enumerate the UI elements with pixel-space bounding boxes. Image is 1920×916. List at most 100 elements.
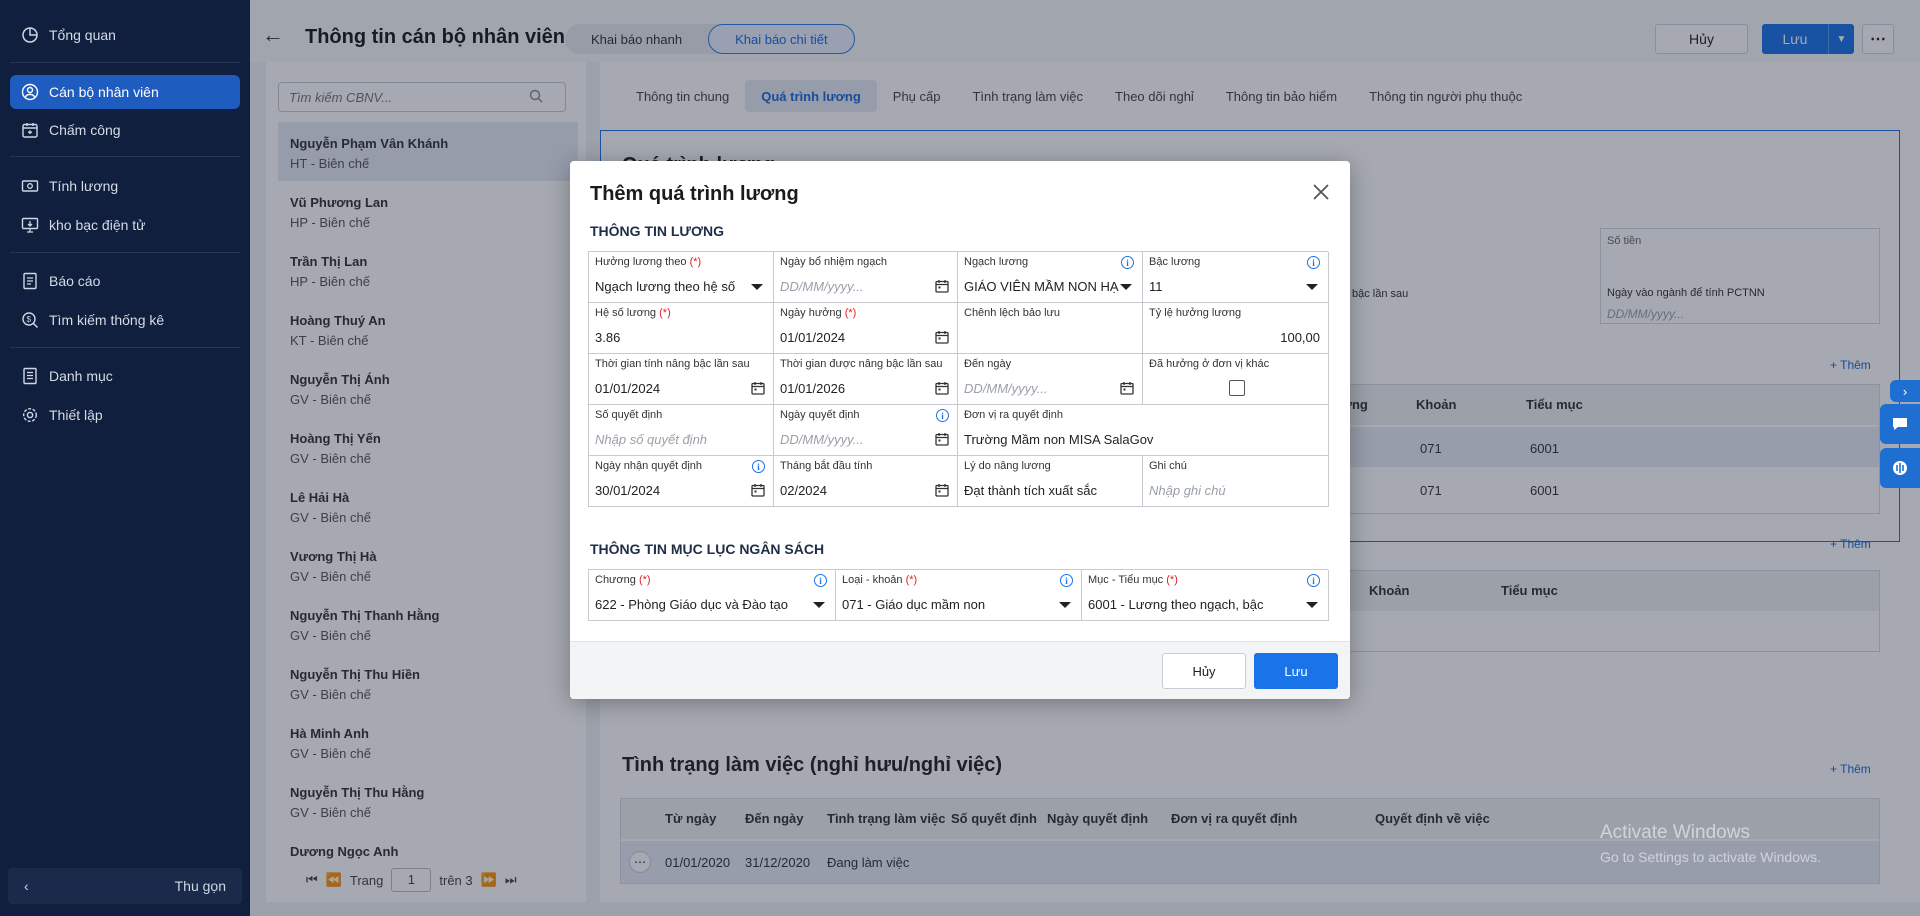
required-marker: (*) xyxy=(689,256,702,268)
field-label: Đã hưởng ở đơn vị khác xyxy=(1149,358,1269,370)
checkbox[interactable] xyxy=(1229,380,1245,396)
field-den-ngay[interactable]: Đến ngày DD/MM/yyyy... xyxy=(958,354,1143,405)
field-tg-tinh-nang-bac[interactable]: Thời gian tính nâng bậc lần sau 01/01/202… xyxy=(589,354,774,405)
budget-info-grid: Chương (*) i 622 - Phòng Giáo dục và Đào t… xyxy=(588,569,1329,621)
field-label-text: Mục - Tiểu mục xyxy=(1088,574,1164,586)
watermark-line1: Activate Windows xyxy=(1600,822,1750,843)
modal-save-button[interactable]: Lưu xyxy=(1254,653,1338,689)
info-icon[interactable]: i xyxy=(1307,574,1320,587)
field-label: Tháng bắt đầu tính xyxy=(780,460,872,472)
field-value: 30/01/2024 xyxy=(595,483,661,498)
close-icon[interactable] xyxy=(1308,179,1334,205)
field-huong-luong-theo[interactable]: Hưởng lương theo (*) Ngạch lương theo hệ … xyxy=(589,252,774,303)
calendar-icon[interactable] xyxy=(935,483,949,497)
field-don-vi-qd[interactable]: Đơn vị ra quyết định Trường Mầm non MISA … xyxy=(958,405,1329,456)
field-label-text: Thời gian được nâng bậc lần sau xyxy=(780,358,943,370)
calendar-icon[interactable] xyxy=(935,330,949,344)
field-label-text: Đơn vị ra quyết định xyxy=(964,409,1063,421)
chevron-down-icon[interactable] xyxy=(1059,602,1071,608)
field-value: 01/01/2024 xyxy=(780,330,846,345)
field-ngay-huong[interactable]: Ngày hưởng (*) 01/01/2024 xyxy=(774,303,958,354)
sidebar-item-can-bo-nhan-vien[interactable]: Cán bộ nhân viên xyxy=(10,75,240,109)
chevron-down-icon[interactable] xyxy=(1306,602,1318,608)
money-icon xyxy=(20,176,40,196)
field-chuong[interactable]: Chương (*) i 622 - Phòng Giáo dục và Đào t… xyxy=(589,570,836,621)
chevron-down-icon[interactable] xyxy=(1120,284,1132,290)
sidebar-item-cham-cong[interactable]: Chấm công xyxy=(10,113,240,147)
field-label: Chênh lệch bảo lưu xyxy=(964,307,1060,319)
sidebar-item-label: Tính lương xyxy=(49,178,119,194)
gear-icon xyxy=(20,405,40,425)
field-ngay-quyet-dinh[interactable]: Ngày quyết định i DD/MM/yyyy... xyxy=(774,405,958,456)
field-placeholder: DD/MM/yyyy... xyxy=(780,432,864,447)
required-marker: (*) xyxy=(844,307,857,319)
info-icon[interactable]: i xyxy=(1121,256,1134,269)
calendar-icon[interactable] xyxy=(935,279,949,293)
sidebar-item-label: Chấm công xyxy=(49,122,121,138)
field-so-quyet-dinh[interactable]: Số quyết định Nhập số quyết định xyxy=(589,405,774,456)
field-chenh-lech[interactable]: Chênh lệch bảo lưu xyxy=(958,303,1143,354)
field-ty-le-huong[interactable]: Tỷ lệ hưởng lương 100,00 xyxy=(1143,303,1329,354)
field-ngach-luong[interactable]: Ngạch lương i GIÁO VIÊN MẦM NON HẠ xyxy=(958,252,1143,303)
field-label: Hệ số lương (*) xyxy=(595,307,671,319)
calendar-icon[interactable] xyxy=(935,381,949,395)
field-bac-luong[interactable]: Bậc lương i 11 xyxy=(1143,252,1329,303)
field-ngay-nhan-qd[interactable]: Ngày nhận quyết định i 30/01/2024 xyxy=(589,456,774,507)
info-icon[interactable]: i xyxy=(814,574,827,587)
field-ngay-bo-nhiem[interactable]: Ngày bổ nhiệm ngạch DD/MM/yyyy... xyxy=(774,252,958,303)
field-label: Thời gian tính nâng bậc lần sau xyxy=(595,358,750,370)
field-ghi-chu[interactable]: Ghi chú Nhập ghi chú xyxy=(1143,456,1329,507)
chevron-right-icon[interactable]: › xyxy=(1890,380,1920,402)
field-label-text: Hưởng lương theo xyxy=(595,256,687,268)
field-label: Ngạch lương xyxy=(964,256,1028,268)
sidebar-item-tinh-luong[interactable]: Tính lương xyxy=(10,169,240,203)
field-da-huong-khac[interactable]: Đã hưởng ở đơn vị khác xyxy=(1143,354,1329,405)
info-icon[interactable]: i xyxy=(1060,574,1073,587)
field-label: Tỷ lệ hưởng lương xyxy=(1149,307,1241,319)
sidebar-item-tong-quan[interactable]: Tổng quan xyxy=(10,18,240,52)
field-label: Bậc lương xyxy=(1149,256,1200,268)
field-loai-khoan[interactable]: Loại - khoản (*) i 071 - Giáo dục mầm non xyxy=(836,570,1082,621)
sidebar-item-thiet-lap[interactable]: Thiết lập xyxy=(10,398,240,432)
info-icon[interactable]: i xyxy=(752,460,765,473)
chevron-down-icon[interactable] xyxy=(1306,284,1318,290)
calendar-icon[interactable] xyxy=(935,432,949,446)
field-value: 01/01/2024 xyxy=(595,381,661,396)
field-placeholder: DD/MM/yyyy... xyxy=(964,381,1048,396)
required-marker: (*) xyxy=(905,574,918,586)
field-thang-bat-dau[interactable]: Tháng bắt đầu tính 02/2024 xyxy=(774,456,958,507)
chevron-down-icon[interactable] xyxy=(813,602,825,608)
sidebar-item-bao-cao[interactable]: Báo cáo xyxy=(10,264,240,298)
calendar-icon[interactable] xyxy=(1120,381,1134,395)
field-muc-tieu-muc[interactable]: Mục - Tiểu mục (*) i 6001 - Lương theo ngạ… xyxy=(1082,570,1329,621)
field-label-text: Lý do nâng lương xyxy=(964,460,1051,472)
support-icon[interactable] xyxy=(1880,448,1920,488)
sidebar-item-tim-kiem-thong-ke[interactable]: $ Tìm kiếm thống kê xyxy=(10,303,240,337)
sidebar-item-danh-muc[interactable]: Danh mục xyxy=(10,359,240,393)
calendar-icon[interactable] xyxy=(751,381,765,395)
field-value: Ngạch lương theo hệ số xyxy=(595,279,736,294)
field-label-text: Đã hưởng ở đơn vị khác xyxy=(1149,358,1270,370)
modal-cancel-button[interactable]: Hủy xyxy=(1162,653,1246,689)
field-label-text: Loại - khoản xyxy=(842,574,903,586)
required-marker: (*) xyxy=(1166,574,1178,586)
info-icon[interactable]: i xyxy=(936,409,949,422)
divider xyxy=(10,347,240,348)
collapse-sidebar-button[interactable]: ‹ Thu gọn xyxy=(8,868,242,904)
field-he-so-luong[interactable]: Hệ số lương (*) 3.86 xyxy=(589,303,774,354)
calendar-icon[interactable] xyxy=(751,483,765,497)
field-ly-do[interactable]: Lý do nâng lương Đạt thành tích xuất sắc xyxy=(958,456,1143,507)
field-value: 622 - Phòng Giáo dục và Đào tạo xyxy=(595,597,788,612)
watermark-line2: Go to Settings to activate Windows. xyxy=(1600,849,1821,865)
chat-icon[interactable] xyxy=(1880,404,1920,444)
staff-icon xyxy=(20,82,40,102)
field-label-text: Số quyết định xyxy=(595,409,663,421)
sidebar-item-kho-bac[interactable]: kho bạc điện tử xyxy=(10,208,240,242)
field-tg-duoc-nang-bac[interactable]: Thời gian được nâng bậc lần sau 01/01/202… xyxy=(774,354,958,405)
field-label: Đơn vị ra quyết định xyxy=(964,409,1063,421)
field-label-text: Tỷ lệ hưởng lương xyxy=(1149,307,1242,319)
field-label: Ngày quyết định xyxy=(780,409,860,421)
info-icon[interactable]: i xyxy=(1307,256,1320,269)
chevron-down-icon[interactable] xyxy=(751,284,763,290)
field-label-text: Thời gian tính nâng bậc lần sau xyxy=(595,358,750,370)
